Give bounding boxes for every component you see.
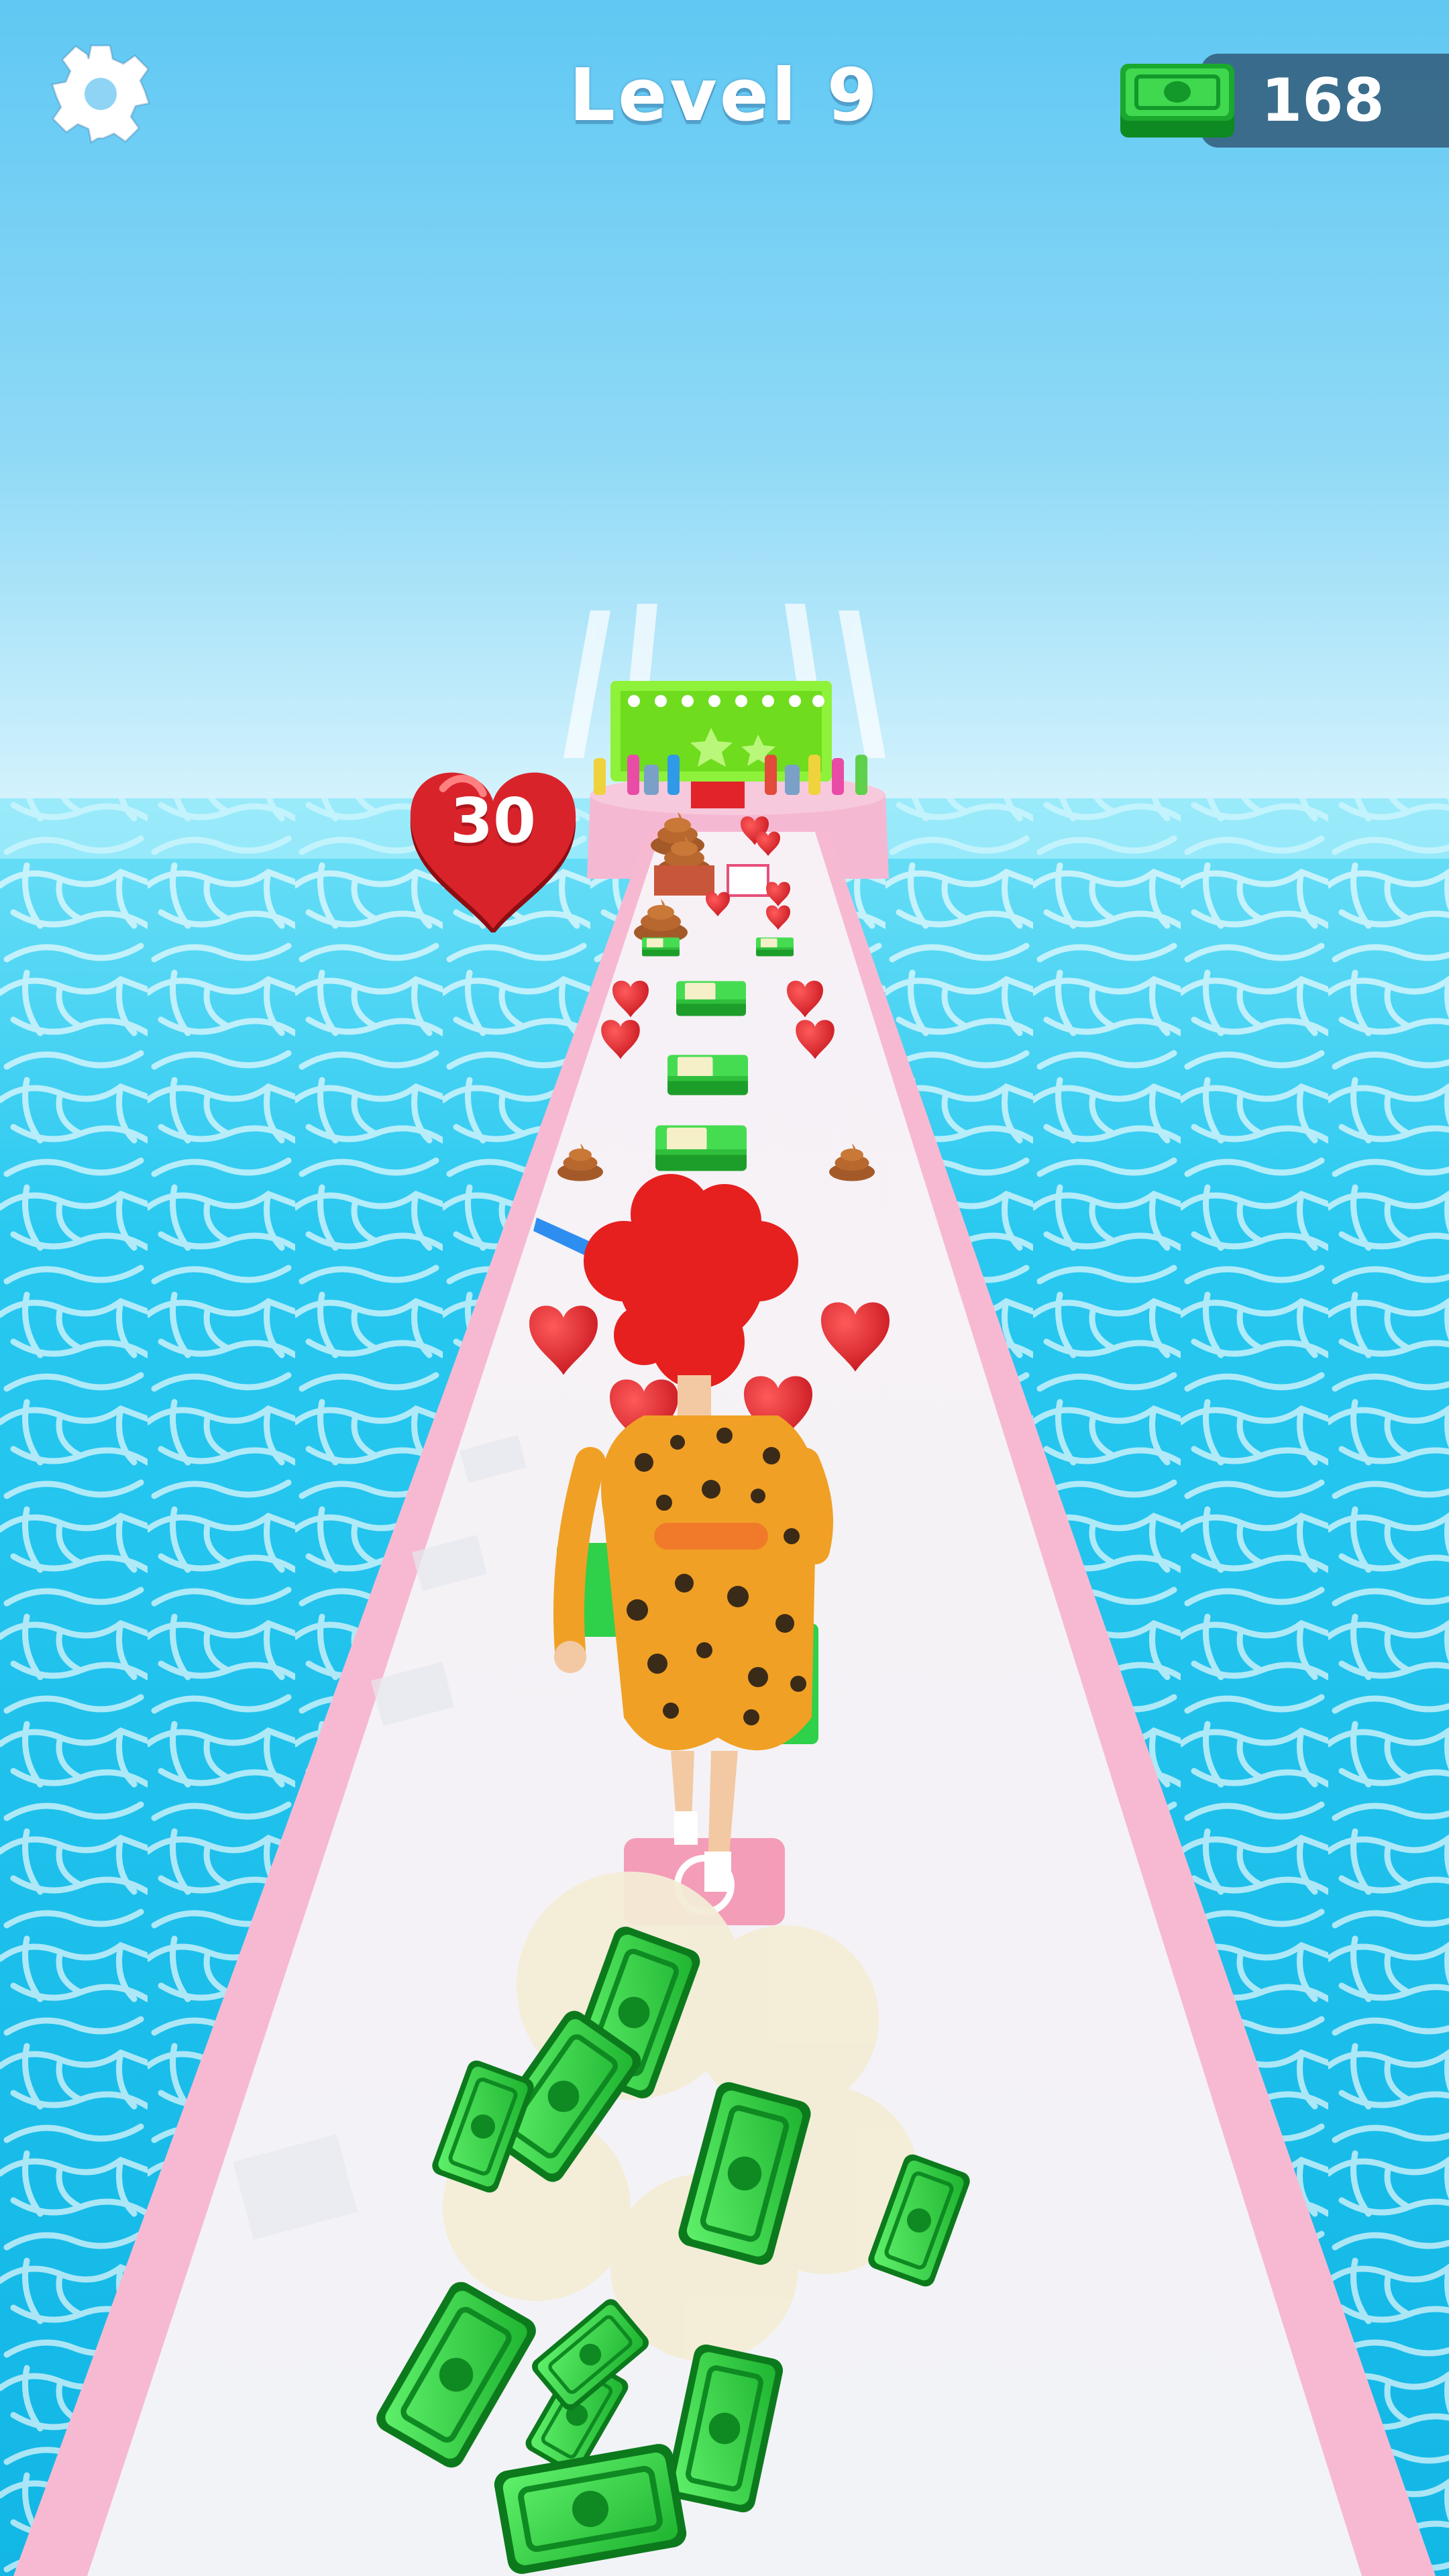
heart-count: 30 bbox=[449, 785, 537, 857]
game-scene bbox=[0, 0, 1449, 2576]
cash-icon bbox=[1114, 47, 1241, 148]
money-count: 168 bbox=[1261, 66, 1385, 135]
